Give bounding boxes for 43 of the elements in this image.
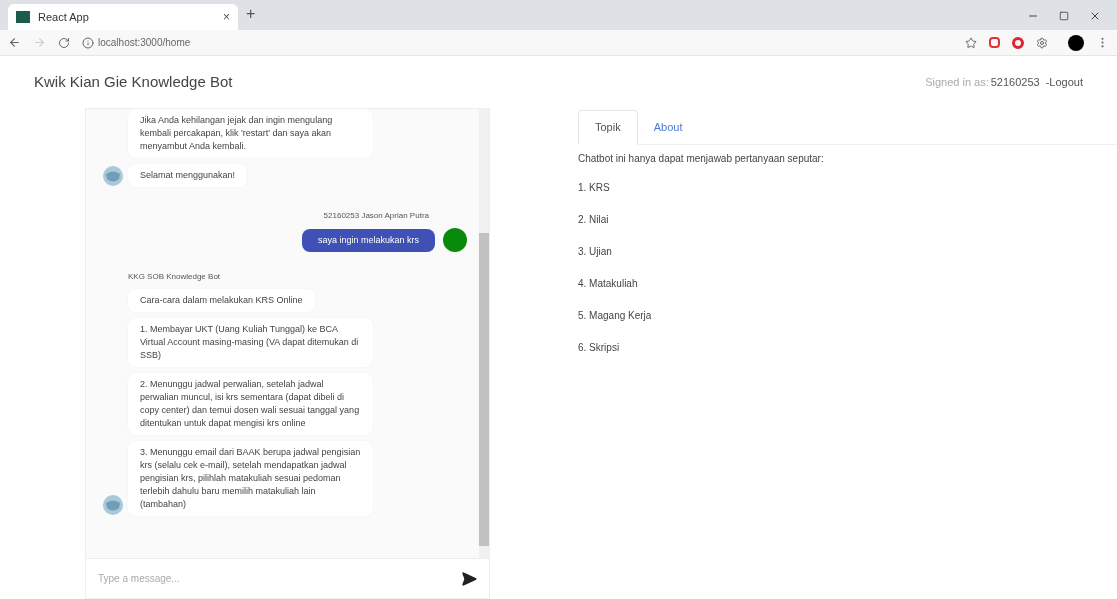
bot-message-bubble: 2. Menunggu jadwal perwalian, setelah jadwal perwalian muncul, isi krs sementara (dapat dibeli di copy center) dan temui dosen wali sesuai tanggal yang ditentukan untuk dapat mengisi krs online: [128, 373, 373, 435]
app-title: Kwik Kian Gie Knowledge Bot: [34, 71, 233, 92]
bot-message-bubble: Jika Anda kehilangan jejak dan ingin mengulang kembali percakapan, klik 'restart' dan saya akan menyambut Anda kembali.: [128, 109, 373, 158]
topic-item: 2. Nilai: [578, 212, 610, 227]
logout-link[interactable]: -Logout: [1045, 73, 1083, 91]
star-icon[interactable]: [965, 36, 977, 49]
back-icon[interactable]: [8, 36, 21, 49]
profile-avatar[interactable]: [1068, 34, 1084, 51]
topic-item: 3. Ujian: [578, 244, 613, 259]
bot-message-bubble: Cara-cara dalam melakukan KRS Online: [128, 289, 315, 312]
message-input-field[interactable]: Type a message...: [98, 571, 461, 586]
send-icon[interactable]: [461, 570, 477, 587]
bot-message-bubble: 1. Membayar UKT (Uang Kuliah Tunggal) ke BCA Virtual Account masing-masing (VA dapat ditemukan di SSB): [128, 318, 373, 367]
tab[interactable]: About: [637, 110, 699, 144]
reload-icon[interactable]: [58, 36, 70, 49]
url-text[interactable]: localhost:3000/home: [98, 35, 953, 50]
topic-item: 1. KRS: [578, 180, 611, 195]
bot-message-bubble: Selamat menggunakan!: [128, 164, 248, 187]
user-message-bubble: saya ingin melakukan krs: [301, 228, 435, 252]
close-icon[interactable]: [1089, 10, 1101, 22]
tab[interactable]: Topik: [578, 110, 638, 145]
bot-message-bubble: 3. Menunggu email dari BAAK berupa jadwal pengisian krs (selalu cek e-mail), setelah mendapatkan jadwal pengisian krs, pilihlah matakuliah sesuai pedoman terlebih dahulu baru memilih matakuliah lain (tambahan): [128, 441, 373, 516]
signed-in-label: Signed in as:: [925, 74, 989, 90]
extension-icon[interactable]: [1012, 36, 1024, 49]
info-icon: [82, 36, 94, 49]
topic-item: 5. Magang Kerja: [578, 308, 653, 323]
new-tab-button[interactable]: +: [246, 2, 256, 26]
sender-name: KKG SOB Knowledge Bot: [128, 271, 221, 283]
gear-icon[interactable]: [1036, 36, 1048, 49]
maximize-icon[interactable]: [1059, 11, 1069, 21]
browser-tab[interactable]: React App ×: [8, 4, 238, 30]
message-input-bar[interactable]: Type a message...: [86, 558, 489, 598]
tab-close-button[interactable]: ×: [223, 8, 230, 26]
user-id: 52160253: [990, 74, 1040, 90]
user-avatar: [443, 228, 467, 252]
tab-title: React App: [38, 9, 90, 25]
sender-name: 52160253 Jason Aprian Putra: [323, 210, 429, 222]
scrollbar[interactable]: [479, 109, 489, 558]
extension-icon[interactable]: [989, 37, 1000, 48]
topic-item: 6. Skripsi: [578, 340, 621, 355]
topic-item: 4. Matakuliah: [578, 276, 639, 291]
favicon-icon: [16, 11, 30, 23]
topics-intro: Chatbot ini hanya dapat menjawab pertanyaan seputar:: [578, 151, 825, 166]
